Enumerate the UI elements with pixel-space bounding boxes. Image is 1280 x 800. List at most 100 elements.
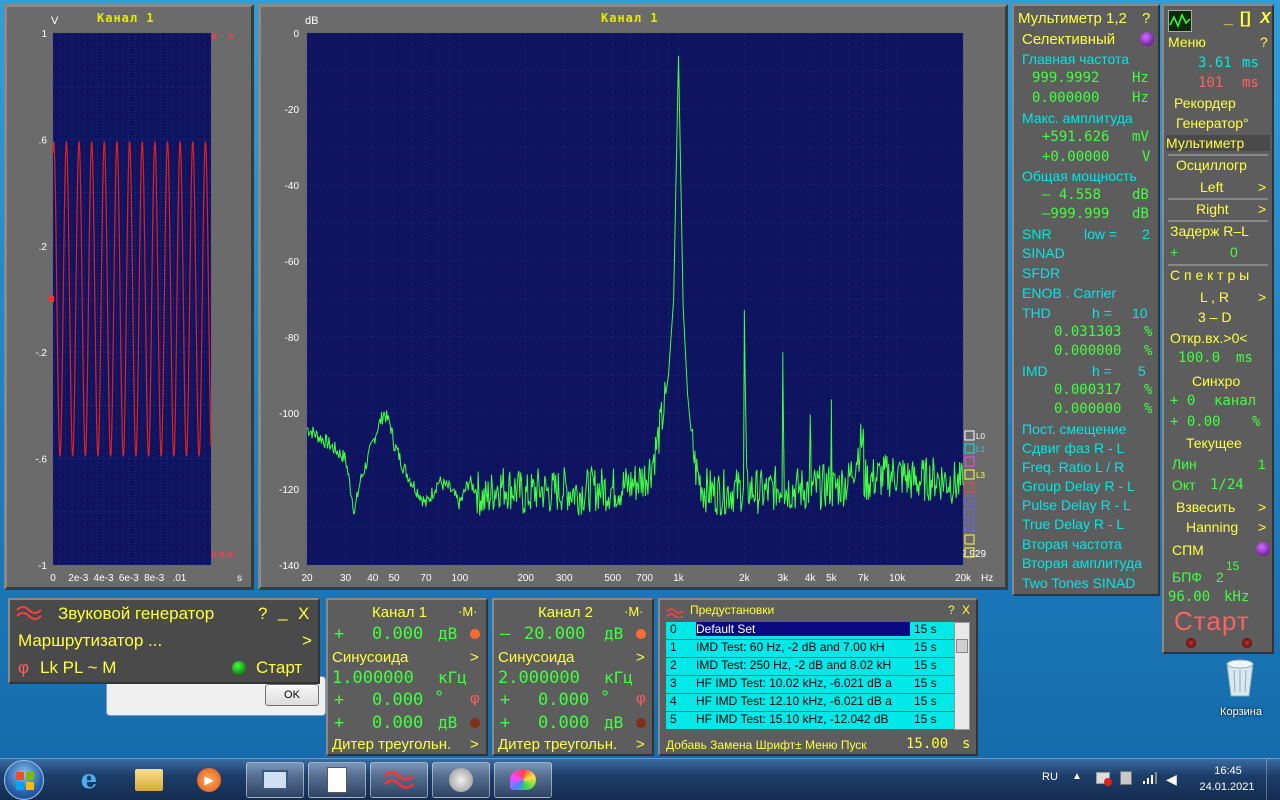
presets-footer-buttons[interactable]: Добавь Замена Шрифт± Меню Пуск (666, 738, 867, 752)
taskbar-speaker-button[interactable] (432, 762, 490, 798)
open-input-button[interactable]: Откр.вх.>0< (1170, 330, 1248, 346)
generator-help[interactable]: ? (258, 604, 267, 624)
scope-plot[interactable]: 1 .6 .2 -.2 -.6 -10 2e-3 4e-3 6e-3 8e-3 .01 s (7, 7, 251, 587)
snr-low-value[interactable]: 2 (1142, 226, 1150, 242)
current-label[interactable]: Текущее (1186, 435, 1242, 451)
ch2-phi-icon[interactable]: φ (636, 690, 646, 707)
imd-h-value[interactable]: 5 (1138, 363, 1146, 379)
ch2-waveform-button[interactable]: Синусоида (498, 649, 574, 666)
presets-close[interactable]: X (962, 603, 970, 617)
menu-button[interactable]: Меню (1168, 34, 1206, 50)
recycle-bin-desktop-icon[interactable]: Корзина (1206, 656, 1276, 724)
preset-row[interactable]: 1 IMD Test: 60 Hz, -2 dB and 7.00 kH 15 s (666, 640, 966, 657)
multimeter-button[interactable]: Мультиметр (1166, 135, 1270, 151)
ch1-dither-arrow-icon[interactable]: > (470, 736, 479, 753)
router-button[interactable]: Маршрутизатор ... (18, 631, 162, 651)
taskbar-explorer-button[interactable] (120, 762, 178, 798)
selective-led-icon[interactable] (1140, 32, 1154, 46)
taskbar-media-button[interactable]: ▶ (180, 762, 238, 798)
lr-button[interactable]: L , R (1200, 289, 1229, 305)
ch1-level-led-icon[interactable] (470, 629, 480, 639)
group-delay-label[interactable]: Group Delay R - L (1022, 478, 1135, 494)
lin-value[interactable]: 1 (1258, 456, 1266, 472)
oct-label[interactable]: Окт (1172, 477, 1196, 493)
true-delay-label[interactable]: True Delay R - L (1022, 516, 1124, 532)
ch1-waveform-arrow-icon[interactable]: > (470, 649, 479, 666)
fft-label[interactable]: БПФ (1172, 569, 1202, 585)
clock-time[interactable]: 16:45 (1206, 765, 1250, 777)
window-button[interactable]: Hanning (1186, 519, 1238, 535)
ch1-level[interactable]: 0.000 (372, 624, 423, 644)
lr-arrow-icon[interactable]: > (1258, 289, 1266, 305)
weigh-arrow-icon[interactable]: > (1258, 499, 1266, 515)
ch2-dither-button[interactable]: Дитер треугольн. (498, 736, 617, 753)
two-tones-label[interactable]: Two Tones SINAD (1022, 575, 1135, 591)
presets-footer-value[interactable]: 15.00 (906, 736, 948, 752)
show-desktop-button[interactable] (1266, 759, 1280, 800)
ch2-offset[interactable]: 0.000 (538, 713, 589, 733)
ch1-offset-led-icon[interactable] (470, 718, 480, 728)
ch2-m-button[interactable]: ·M· (624, 604, 644, 619)
generator-minimize[interactable]: _ (278, 602, 287, 622)
multimeter-help[interactable]: ? (1142, 10, 1150, 27)
taskbar-generator-button[interactable] (370, 762, 428, 798)
thd-label[interactable]: THD (1022, 305, 1051, 321)
generator-close[interactable]: X (298, 604, 309, 624)
ch1-phase[interactable]: 0.000 (372, 690, 423, 710)
start-button[interactable]: Старт (1174, 606, 1250, 637)
taskbar-notepad-button[interactable] (308, 762, 366, 798)
ch1-phi-icon[interactable]: φ (470, 690, 480, 707)
ch2-offset-led-icon[interactable] (636, 718, 646, 728)
ch2-frequency[interactable]: 2.000000 (498, 668, 580, 688)
sync-label[interactable]: Синхро (1192, 373, 1240, 389)
left-arrow-icon[interactable]: > (1258, 179, 1266, 195)
right-channel-button[interactable]: Right (1196, 201, 1229, 217)
ch2-level[interactable]: 20.000 (524, 624, 585, 644)
minimize-button[interactable]: _ (1224, 10, 1233, 28)
presets-help[interactable]: ? (948, 603, 955, 617)
preset-row[interactable]: 5 HF IMD Test: 15.10 kHz, -12.042 dB 15 s (666, 712, 966, 729)
spectra-label[interactable]: С п е к т р ы (1170, 267, 1249, 283)
second-amp-label[interactable]: Вторая амплитуда (1022, 555, 1142, 571)
fft-exponent[interactable]: 15 (1226, 559, 1239, 573)
preset-row[interactable]: 4 HF IMD Test: 12.10 kHz, -6.021 dB a 15 s (666, 694, 966, 711)
sync-channel-value[interactable]: + 0 (1170, 393, 1195, 409)
sinad-label[interactable]: SINAD (1022, 245, 1065, 261)
oscillograph-button[interactable]: Осциллогр (1176, 157, 1247, 173)
preset-row[interactable]: 0 Default Set 15 s (666, 622, 966, 639)
open-ms-value[interactable]: 100.0 (1178, 350, 1220, 366)
second-freq-label[interactable]: Вторая частота (1022, 536, 1122, 552)
taskbar-ie-button[interactable]: e (60, 762, 118, 798)
clock-date[interactable]: 24.01.2021 (1194, 781, 1260, 793)
pulse-delay-label[interactable]: Pulse Delay R - L (1022, 497, 1131, 513)
taskbar-computer-button[interactable] (246, 762, 304, 798)
ch1-m-button[interactable]: ·M· (458, 604, 478, 619)
freq-ratio-label[interactable]: Freq. Ratio L / R (1022, 459, 1124, 475)
generator-button[interactable]: Генератор° (1176, 115, 1249, 131)
ch2-phase[interactable]: 0.000 (538, 690, 589, 710)
spm-label[interactable]: СПМ (1172, 542, 1204, 558)
ch1-dither-button[interactable]: Дитер треугольн. (332, 736, 451, 753)
sfdr-label[interactable]: SFDR (1022, 265, 1060, 281)
3d-button[interactable]: 3 – D (1198, 309, 1231, 325)
ok-button[interactable]: OK (265, 684, 319, 706)
sample-rate-value[interactable]: 96.00 (1168, 589, 1210, 605)
imd-label[interactable]: IMD (1022, 363, 1048, 379)
oct-value[interactable]: 1/24 (1210, 477, 1244, 493)
ch2-level-led-icon[interactable] (636, 629, 646, 639)
phi-icon[interactable]: φ (18, 658, 29, 678)
delay-label[interactable]: Задерж R–L (1170, 223, 1249, 239)
phase-shift-label[interactable]: Сдвиг фаз R - L (1022, 440, 1124, 456)
app-icon[interactable] (1168, 10, 1192, 32)
sync-pct-value[interactable]: + 0.00 (1170, 414, 1221, 430)
volume-icon[interactable]: ◀ (1166, 771, 1177, 788)
thd-h-value[interactable]: 10 (1132, 305, 1148, 321)
enob-label[interactable]: ENOB . Carrier (1022, 285, 1116, 301)
router-arrow-icon[interactable]: > (302, 631, 312, 651)
tray-arrow-icon[interactable]: ▲ (1072, 771, 1082, 782)
start-orb-button[interactable] (4, 760, 44, 800)
action-center-icon[interactable] (1096, 772, 1112, 786)
presets-list[interactable]: 0 Default Set 15 s 1 IMD Test: 60 Hz, -2 dB … (660, 622, 980, 732)
ch1-offset[interactable]: 0.000 (372, 713, 423, 733)
preset-row[interactable]: 2 IMD Test: 250 Hz, -2 dB and 8.02 kH 15 s (666, 658, 966, 675)
